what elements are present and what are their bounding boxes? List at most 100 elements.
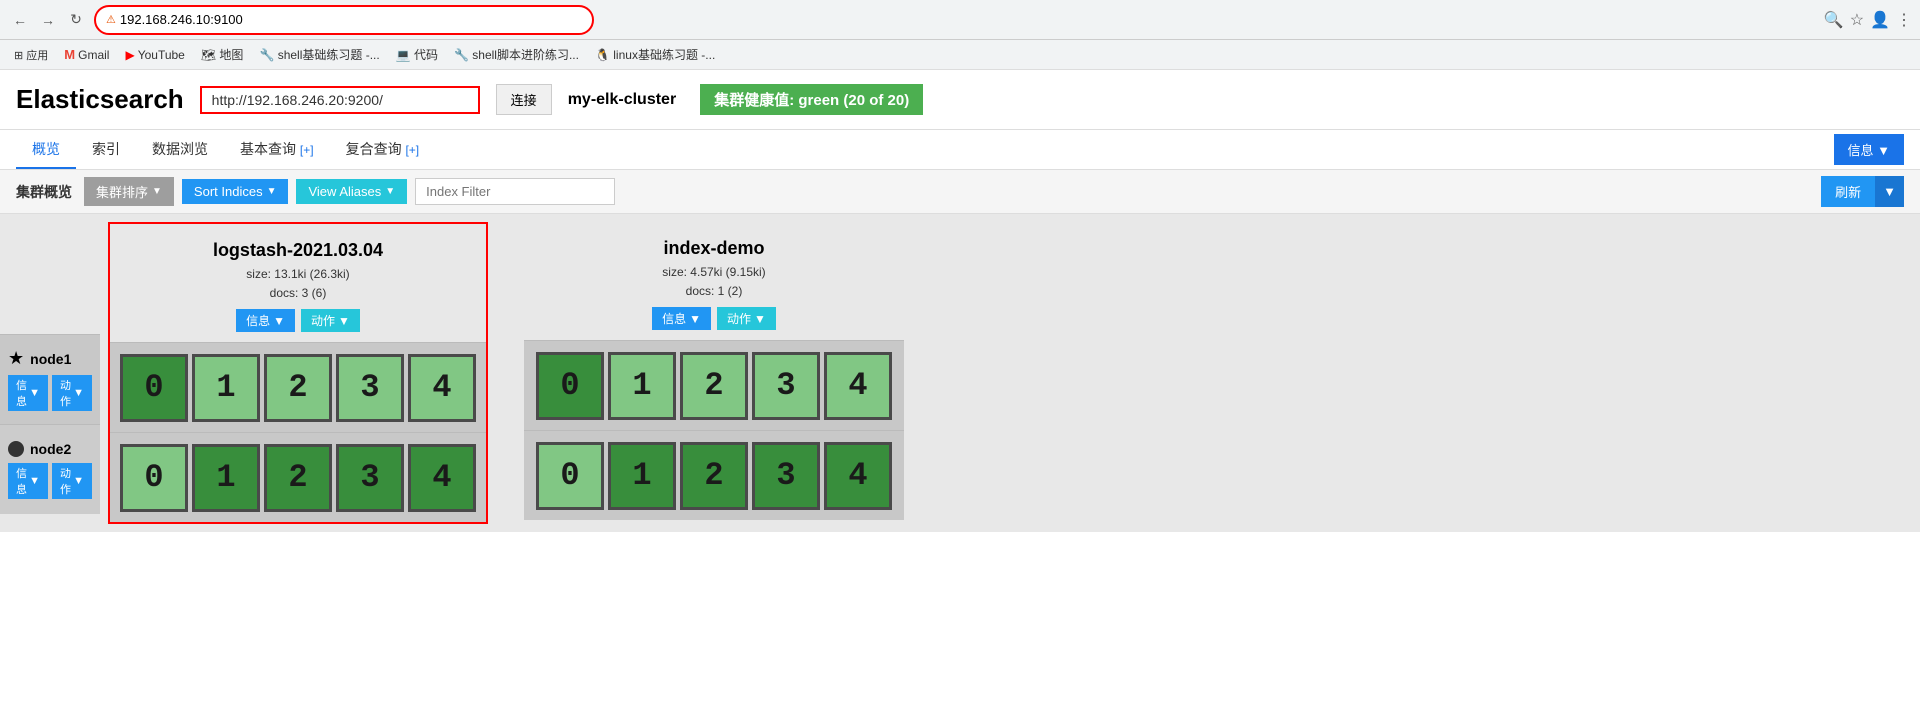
- node1-info-button[interactable]: 信息 ▼: [8, 375, 48, 411]
- reload-button[interactable]: ↻: [64, 8, 88, 32]
- connection-url-input[interactable]: [200, 86, 480, 114]
- logstash-info-button[interactable]: 信息 ▼: [236, 309, 295, 332]
- browser-chrome: ← → ↻ ⚠ 192.168.246.10:9100 🔍 ☆ 👤 ⋮ ⊞ 应用…: [0, 0, 1920, 70]
- demo-node2-shards: 0 1 2 3 4: [524, 430, 904, 520]
- demo-info-caret-icon: ▼: [689, 312, 701, 326]
- node2-info-caret-icon: ▼: [29, 475, 40, 487]
- node2-action-caret-icon: ▼: [73, 475, 84, 487]
- logstash-action-caret-icon: ▼: [338, 314, 350, 328]
- index-docs-logstash: docs: 3 (6): [270, 284, 327, 303]
- spacer: [496, 222, 516, 524]
- maps-bookmark[interactable]: 🗺 地图: [195, 44, 250, 65]
- browser-toolbar: ← → ↻ ⚠ 192.168.246.10:9100 🔍 ☆ 👤 ⋮: [0, 0, 1920, 40]
- shard-cell[interactable]: 0: [120, 444, 188, 512]
- node-row-node1: ★ node1 信息 ▼ 动作 ▼: [0, 334, 100, 424]
- tab-indices[interactable]: 索引: [76, 131, 136, 169]
- logstash-node2-shards: 0 1 2 3 4: [110, 432, 486, 522]
- sort-indices-caret-icon: ▼: [267, 186, 277, 197]
- node1-action-button[interactable]: 动作 ▼: [52, 375, 92, 411]
- menu-icon[interactable]: ⋮: [1896, 10, 1912, 30]
- demo-info-button[interactable]: 信息 ▼: [652, 307, 711, 330]
- node1-star-icon: ★: [8, 348, 24, 369]
- cluster-name: my-elk-cluster: [568, 91, 677, 109]
- browser-actions: 🔍 ☆ 👤 ⋮: [1824, 10, 1912, 30]
- node2-info-button[interactable]: 信息 ▼: [8, 463, 48, 499]
- shard-cell[interactable]: 4: [824, 442, 892, 510]
- shard-cell[interactable]: 0: [120, 354, 188, 422]
- health-badge: 集群健康值: green (20 of 20): [700, 84, 923, 115]
- shard-cell[interactable]: 1: [192, 354, 260, 422]
- shard-cell[interactable]: 1: [608, 442, 676, 510]
- star-icon[interactable]: ☆: [1850, 10, 1864, 30]
- shard-cell[interactable]: 0: [536, 352, 604, 420]
- forward-button[interactable]: →: [36, 8, 60, 32]
- tab-data-browse[interactable]: 数据浏览: [136, 131, 224, 169]
- view-aliases-button[interactable]: View Aliases ▼: [296, 179, 407, 204]
- index-filter-input[interactable]: [415, 178, 615, 205]
- index-header-logstash: logstash-2021.03.04 size: 13.1ki (26.3ki…: [110, 224, 486, 342]
- youtube-bookmark[interactable]: ▶ YouTube: [119, 46, 190, 64]
- logstash-action-button[interactable]: 动作 ▼: [301, 309, 360, 332]
- shard-cell[interactable]: 3: [336, 354, 404, 422]
- node2-circle-icon: [8, 441, 24, 457]
- cluster-sort-button[interactable]: 集群排序 ▼: [84, 177, 174, 206]
- security-warning-icon: ⚠: [106, 13, 116, 26]
- back-button[interactable]: ←: [8, 8, 32, 32]
- address-bar-container[interactable]: ⚠ 192.168.246.10:9100: [94, 5, 594, 35]
- shard-cell[interactable]: 4: [408, 444, 476, 512]
- node2-action-button[interactable]: 动作 ▼: [52, 463, 92, 499]
- demo-node1-shards: 0 1 2 3 4: [524, 340, 904, 430]
- shard-cell[interactable]: 3: [752, 442, 820, 510]
- toolbar-section-label: 集群概览: [16, 182, 72, 202]
- index-name-logstash: logstash-2021.03.04: [213, 240, 383, 261]
- connect-button[interactable]: 连接: [496, 84, 552, 115]
- node1-action-caret-icon: ▼: [73, 387, 84, 399]
- index-size-demo: size: 4.57ki (9.15ki): [662, 263, 765, 282]
- node-header-spacer: [0, 224, 100, 334]
- toolbar: 集群概览 集群排序 ▼ Sort Indices ▼ View Aliases …: [0, 170, 1920, 214]
- code-bookmark[interactable]: 💻 代码: [390, 44, 444, 65]
- shard-cell[interactable]: 2: [680, 352, 748, 420]
- bookmarks-bar: ⊞ 应用 M Gmail ▶ YouTube 🗺 地图 🔧 shell基础练习题…: [0, 40, 1920, 70]
- indices-area: logstash-2021.03.04 size: 13.1ki (26.3ki…: [100, 214, 1920, 532]
- search-icon[interactable]: 🔍: [1824, 10, 1844, 30]
- refresh-caret-button[interactable]: ▼: [1875, 176, 1904, 207]
- sort-indices-button[interactable]: Sort Indices ▼: [182, 179, 289, 204]
- view-aliases-caret-icon: ▼: [385, 186, 395, 197]
- info-button[interactable]: 信息 ▼: [1834, 134, 1904, 165]
- app-header: Elasticsearch 连接 my-elk-cluster 集群健康值: g…: [0, 70, 1920, 130]
- main-content: ★ node1 信息 ▼ 动作 ▼ n: [0, 214, 1920, 532]
- cluster-sort-caret-icon: ▼: [152, 186, 162, 197]
- index-size-logstash: size: 13.1ki (26.3ki): [246, 265, 349, 284]
- shard-cell[interactable]: 1: [608, 352, 676, 420]
- shard-cell[interactable]: 0: [536, 442, 604, 510]
- shell-basic-bookmark[interactable]: 🔧 shell基础练习题 -...: [253, 44, 385, 65]
- tab-overview[interactable]: 概览: [16, 131, 76, 169]
- apps-bookmark[interactable]: ⊞ 应用: [8, 45, 54, 65]
- shard-cell[interactable]: 3: [752, 352, 820, 420]
- shard-cell[interactable]: 2: [264, 444, 332, 512]
- node1-name: node1: [30, 351, 71, 367]
- tab-complex-query[interactable]: 复合查询 [+]: [330, 131, 436, 169]
- tab-basic-query[interactable]: 基本查询 [+]: [224, 131, 330, 169]
- refresh-button[interactable]: 刷新: [1821, 176, 1875, 207]
- gmail-bookmark[interactable]: M Gmail: [58, 45, 115, 64]
- index-col-logstash: logstash-2021.03.04 size: 13.1ki (26.3ki…: [108, 222, 488, 524]
- node1-info-caret-icon: ▼: [29, 387, 40, 399]
- node-sidebar: ★ node1 信息 ▼ 动作 ▼ n: [0, 214, 100, 532]
- shard-cell[interactable]: 3: [336, 444, 404, 512]
- index-header-demo: index-demo size: 4.57ki (9.15ki) docs: 1…: [524, 222, 904, 340]
- app-title: Elasticsearch: [16, 84, 184, 115]
- node2-name: node2: [30, 441, 71, 457]
- shard-cell[interactable]: 2: [264, 354, 332, 422]
- index-col-demo: index-demo size: 4.57ki (9.15ki) docs: 1…: [524, 222, 904, 524]
- address-text: 192.168.246.10:9100: [120, 12, 243, 27]
- demo-action-button[interactable]: 动作 ▼: [717, 307, 776, 330]
- shell-advanced-bookmark[interactable]: 🔧 shell脚本进阶练习...: [448, 44, 585, 65]
- linux-basic-bookmark[interactable]: 🐧 linux基础练习题 -...: [589, 44, 721, 65]
- account-icon[interactable]: 👤: [1870, 10, 1890, 30]
- shard-cell[interactable]: 1: [192, 444, 260, 512]
- shard-cell[interactable]: 4: [408, 354, 476, 422]
- shard-cell[interactable]: 2: [680, 442, 748, 510]
- shard-cell[interactable]: 4: [824, 352, 892, 420]
